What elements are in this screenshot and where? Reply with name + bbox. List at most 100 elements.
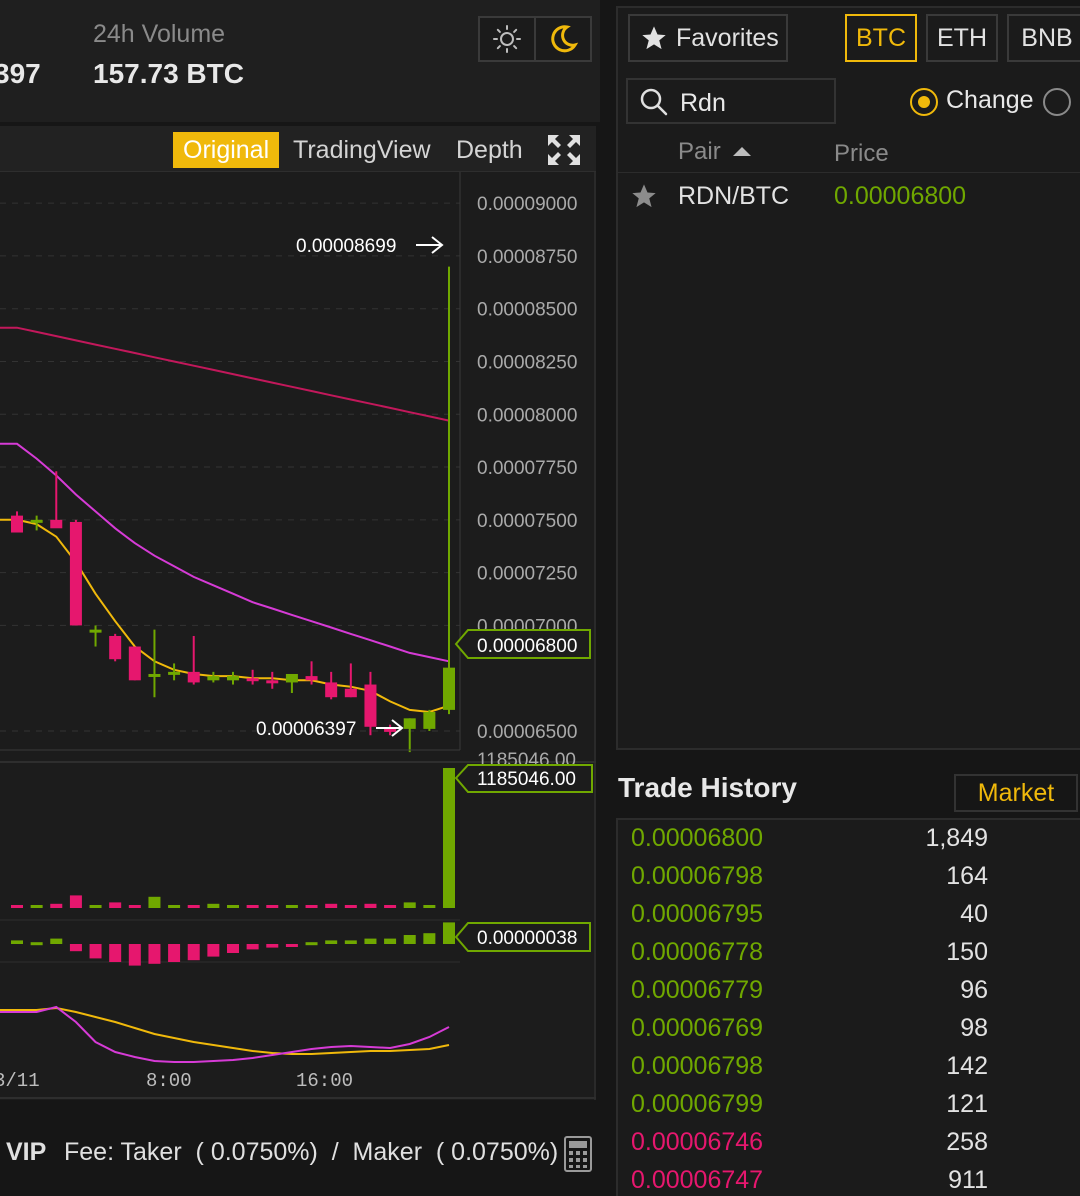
volume-bar	[148, 896, 161, 908]
col-price-header[interactable]: Price	[834, 140, 889, 168]
tab-market[interactable]: Market	[954, 774, 1078, 812]
trade-price: 0.00006799	[631, 1090, 764, 1118]
candle-body	[266, 680, 279, 684]
tab-original[interactable]: Original	[173, 132, 280, 168]
volume-bar	[384, 905, 397, 908]
volume-bar	[50, 903, 63, 908]
high-marker-label: 0.00008699	[296, 236, 396, 257]
trade-amount: 40	[960, 900, 988, 928]
candle-body	[344, 688, 357, 698]
volume-bar	[168, 905, 181, 908]
star-icon	[642, 26, 666, 50]
trade-row: 0.00006800 1,849	[630, 822, 1080, 860]
fullscreen-button[interactable]	[544, 131, 584, 169]
oscillator-lines	[0, 1005, 450, 1063]
candle-body	[11, 515, 23, 533]
trade-price: 0.00006795	[631, 900, 764, 928]
oscillator-line	[0, 1005, 450, 1063]
candle-body	[30, 519, 43, 523]
col-pair-header[interactable]: Pair	[678, 138, 721, 166]
macd-bar	[207, 944, 220, 957]
tab-bnb[interactable]: BNB	[1007, 14, 1080, 62]
volume-bar	[266, 905, 279, 908]
price-axis-label: 0.00008750	[477, 247, 577, 268]
volume-bar	[246, 905, 259, 908]
candlesticks	[11, 266, 455, 753]
macd-bars	[11, 922, 455, 966]
volume-bar	[285, 905, 298, 908]
light-theme-button[interactable]	[478, 16, 536, 62]
price-axis-label: 0.00006500	[477, 722, 577, 743]
sun-icon	[493, 25, 521, 53]
trade-amount: 911	[948, 1166, 988, 1194]
macd-bar	[443, 922, 455, 944]
price-axis-label: 0.00007500	[477, 511, 577, 532]
time-label-2: 16:00	[296, 1070, 353, 1092]
candle-body	[305, 676, 318, 681]
pair-name: RDN/BTC	[678, 182, 790, 210]
candle-body	[384, 728, 397, 732]
tab-btc[interactable]: BTC	[845, 14, 917, 62]
low-arrow-icon	[376, 719, 404, 737]
radio-change-label: Change	[946, 86, 1034, 114]
trade-row: 0.00006746 258	[630, 1126, 1080, 1164]
star-icon[interactable]	[630, 182, 658, 210]
tab-eth[interactable]: ETH	[926, 14, 998, 62]
search-input[interactable]: Rdn	[680, 89, 726, 118]
dark-theme-button[interactable]	[534, 16, 592, 62]
price-axis-label: 0.00008000	[477, 405, 577, 426]
trade-amount: 150	[946, 938, 988, 966]
macd-bar	[50, 938, 63, 944]
candle-body	[50, 519, 63, 529]
candle-body	[364, 684, 377, 727]
calculator-icon[interactable]	[564, 1136, 592, 1172]
trade-amount: 96	[960, 976, 988, 1004]
trade-price: 0.00006746	[631, 1128, 764, 1156]
volume-bar	[69, 895, 82, 908]
macd-bar	[364, 938, 377, 944]
radio-volume[interactable]	[1043, 88, 1071, 116]
volume-bar	[227, 905, 239, 908]
volume-tag: 1185046.00	[454, 764, 593, 793]
tab-tradingview[interactable]: TradingView	[283, 132, 441, 168]
price-chart[interactable]: 0.00009000 0.00008750 0.00008500 0.00008250…	[0, 172, 596, 1100]
macd-bar	[384, 938, 397, 944]
ma-short-line	[0, 518, 450, 714]
ma-long-line	[0, 326, 450, 422]
macd-bar	[168, 944, 181, 962]
macd-bar	[423, 933, 436, 944]
volume-bar	[30, 905, 43, 908]
high-arrow-icon	[416, 236, 444, 254]
candle-body	[227, 676, 239, 681]
trade-amount: 1,849	[925, 824, 988, 852]
candle-body	[246, 678, 259, 682]
pair-search-box[interactable]: Rdn	[626, 78, 836, 124]
tab-depth[interactable]: Depth	[446, 132, 533, 168]
radio-change[interactable]	[910, 88, 938, 116]
market-row[interactable]: RDN/BTC 0.00006800	[618, 176, 1080, 216]
candle-body	[89, 629, 102, 633]
volume-value: 157.73 BTC	[93, 58, 244, 89]
price-axis-label: 0.00007250	[477, 564, 577, 585]
fee-text: Fee: Taker ( 0.0750%) / Maker ( 0.0750%)	[64, 1138, 559, 1166]
macd-bar	[30, 942, 43, 946]
volume-bar	[128, 905, 141, 908]
moon-icon	[551, 25, 579, 53]
candle-body	[285, 673, 298, 683]
macd-bar	[325, 940, 338, 944]
favorites-button[interactable]: Favorites	[628, 14, 788, 62]
macd-bar	[187, 944, 200, 961]
time-label-0: 3/11	[0, 1070, 40, 1092]
volume-bar	[305, 905, 318, 908]
price-axis-label: 0.00009000	[477, 194, 577, 215]
volume-label: 24h Volume	[93, 20, 226, 48]
candle-body	[148, 673, 161, 677]
volume-bar	[443, 768, 455, 908]
sort-asc-icon[interactable]	[733, 146, 751, 158]
volume-bar	[423, 905, 436, 908]
volume-bar	[11, 905, 23, 908]
volume-bar	[207, 903, 220, 908]
time-label-1: 8:00	[146, 1070, 192, 1092]
volume-bar	[187, 905, 200, 908]
candle-body	[423, 711, 436, 729]
